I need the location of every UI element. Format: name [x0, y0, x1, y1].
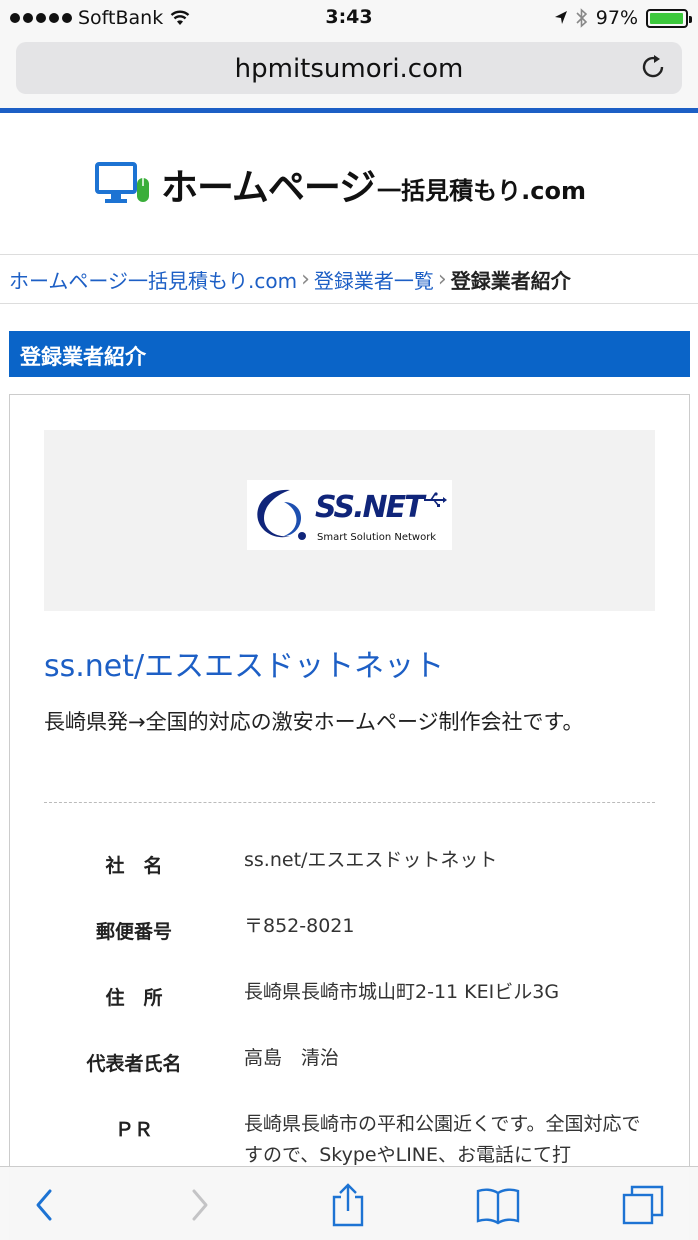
chevron-right-icon: ›	[437, 266, 447, 292]
company-logo-tagline: Smart Solution Network	[317, 532, 437, 543]
breadcrumb-list-link[interactable]: 登録業者一覧	[314, 265, 434, 294]
bluetooth-icon	[576, 8, 587, 28]
info-value: 長崎県長崎市城山町2-11 KEIビル3G	[244, 981, 560, 1003]
dashed-divider	[44, 802, 655, 803]
battery-fill	[650, 12, 683, 24]
header-accent-bar	[0, 108, 698, 113]
info-label: ＰＲ	[114, 1119, 153, 1141]
breadcrumb-home-link[interactable]: ホームページ一括見積もり.com	[9, 265, 297, 294]
reload-icon[interactable]	[638, 52, 668, 82]
share-icon[interactable]	[328, 1183, 368, 1227]
status-right: 97%	[554, 7, 692, 29]
monitor-mouse-icon	[95, 162, 149, 203]
site-logo[interactable]: ホームページ 一括見積もり.com	[95, 160, 615, 209]
company-logo-brand: SS.NET	[315, 490, 425, 525]
info-label: 住 所	[105, 987, 163, 1009]
company-logo-panel: SS.NET Smart Solution Network	[44, 430, 655, 611]
browser-toolbar	[0, 1166, 698, 1240]
info-label: 郵便番号	[95, 921, 172, 943]
info-value: 高島 清治	[244, 1047, 340, 1069]
logo-sub-text: 一括見積もり.com	[377, 176, 586, 205]
address-bar[interactable]: hpmitsumori.com	[16, 42, 682, 94]
browser-chrome: hpmitsumori.com	[0, 36, 698, 108]
company-card: SS.NET Smart Solution Network ss.net/エスエ…	[9, 394, 690, 1240]
battery-icon	[646, 8, 692, 28]
breadcrumb-current: 登録業者紹介	[450, 268, 571, 293]
breadcrumb: ホームページ一括見積もり.com › 登録業者一覧 › 登録業者紹介	[0, 254, 698, 304]
url-text[interactable]: hpmitsumori.com	[16, 54, 682, 84]
battery-percent: 97%	[595, 7, 638, 29]
company-logo: SS.NET Smart Solution Network	[247, 480, 452, 550]
section-heading: 登録業者紹介	[9, 331, 690, 377]
tabs-icon[interactable]	[620, 1183, 666, 1227]
swirl-icon	[257, 489, 306, 540]
info-value: ss.net/エスエスドットネット	[244, 849, 498, 871]
info-value: 長崎県長崎市の平和公園近くです。全国対応ですので、SkypeやLINE、お電話に…	[244, 1113, 641, 1166]
back-icon[interactable]	[26, 1183, 66, 1227]
status-bar: SoftBank 3:43 97%	[0, 0, 698, 36]
bookmarks-icon[interactable]	[476, 1183, 520, 1227]
company-title-link[interactable]: ss.net/エスエスドットネット	[44, 641, 444, 685]
info-label: 社 名	[105, 855, 163, 877]
location-arrow-icon	[554, 11, 567, 24]
forward-icon[interactable]	[180, 1183, 220, 1227]
info-label: 代表者氏名	[86, 1053, 182, 1075]
logo-main-text: ホームページ	[161, 166, 376, 209]
chevron-right-icon: ›	[301, 266, 310, 292]
info-value: 〒852-8021	[244, 915, 355, 937]
company-description: 長崎県発→全国的対応の激安ホームページ制作会社です。	[44, 710, 584, 734]
usb-icon	[424, 492, 447, 507]
